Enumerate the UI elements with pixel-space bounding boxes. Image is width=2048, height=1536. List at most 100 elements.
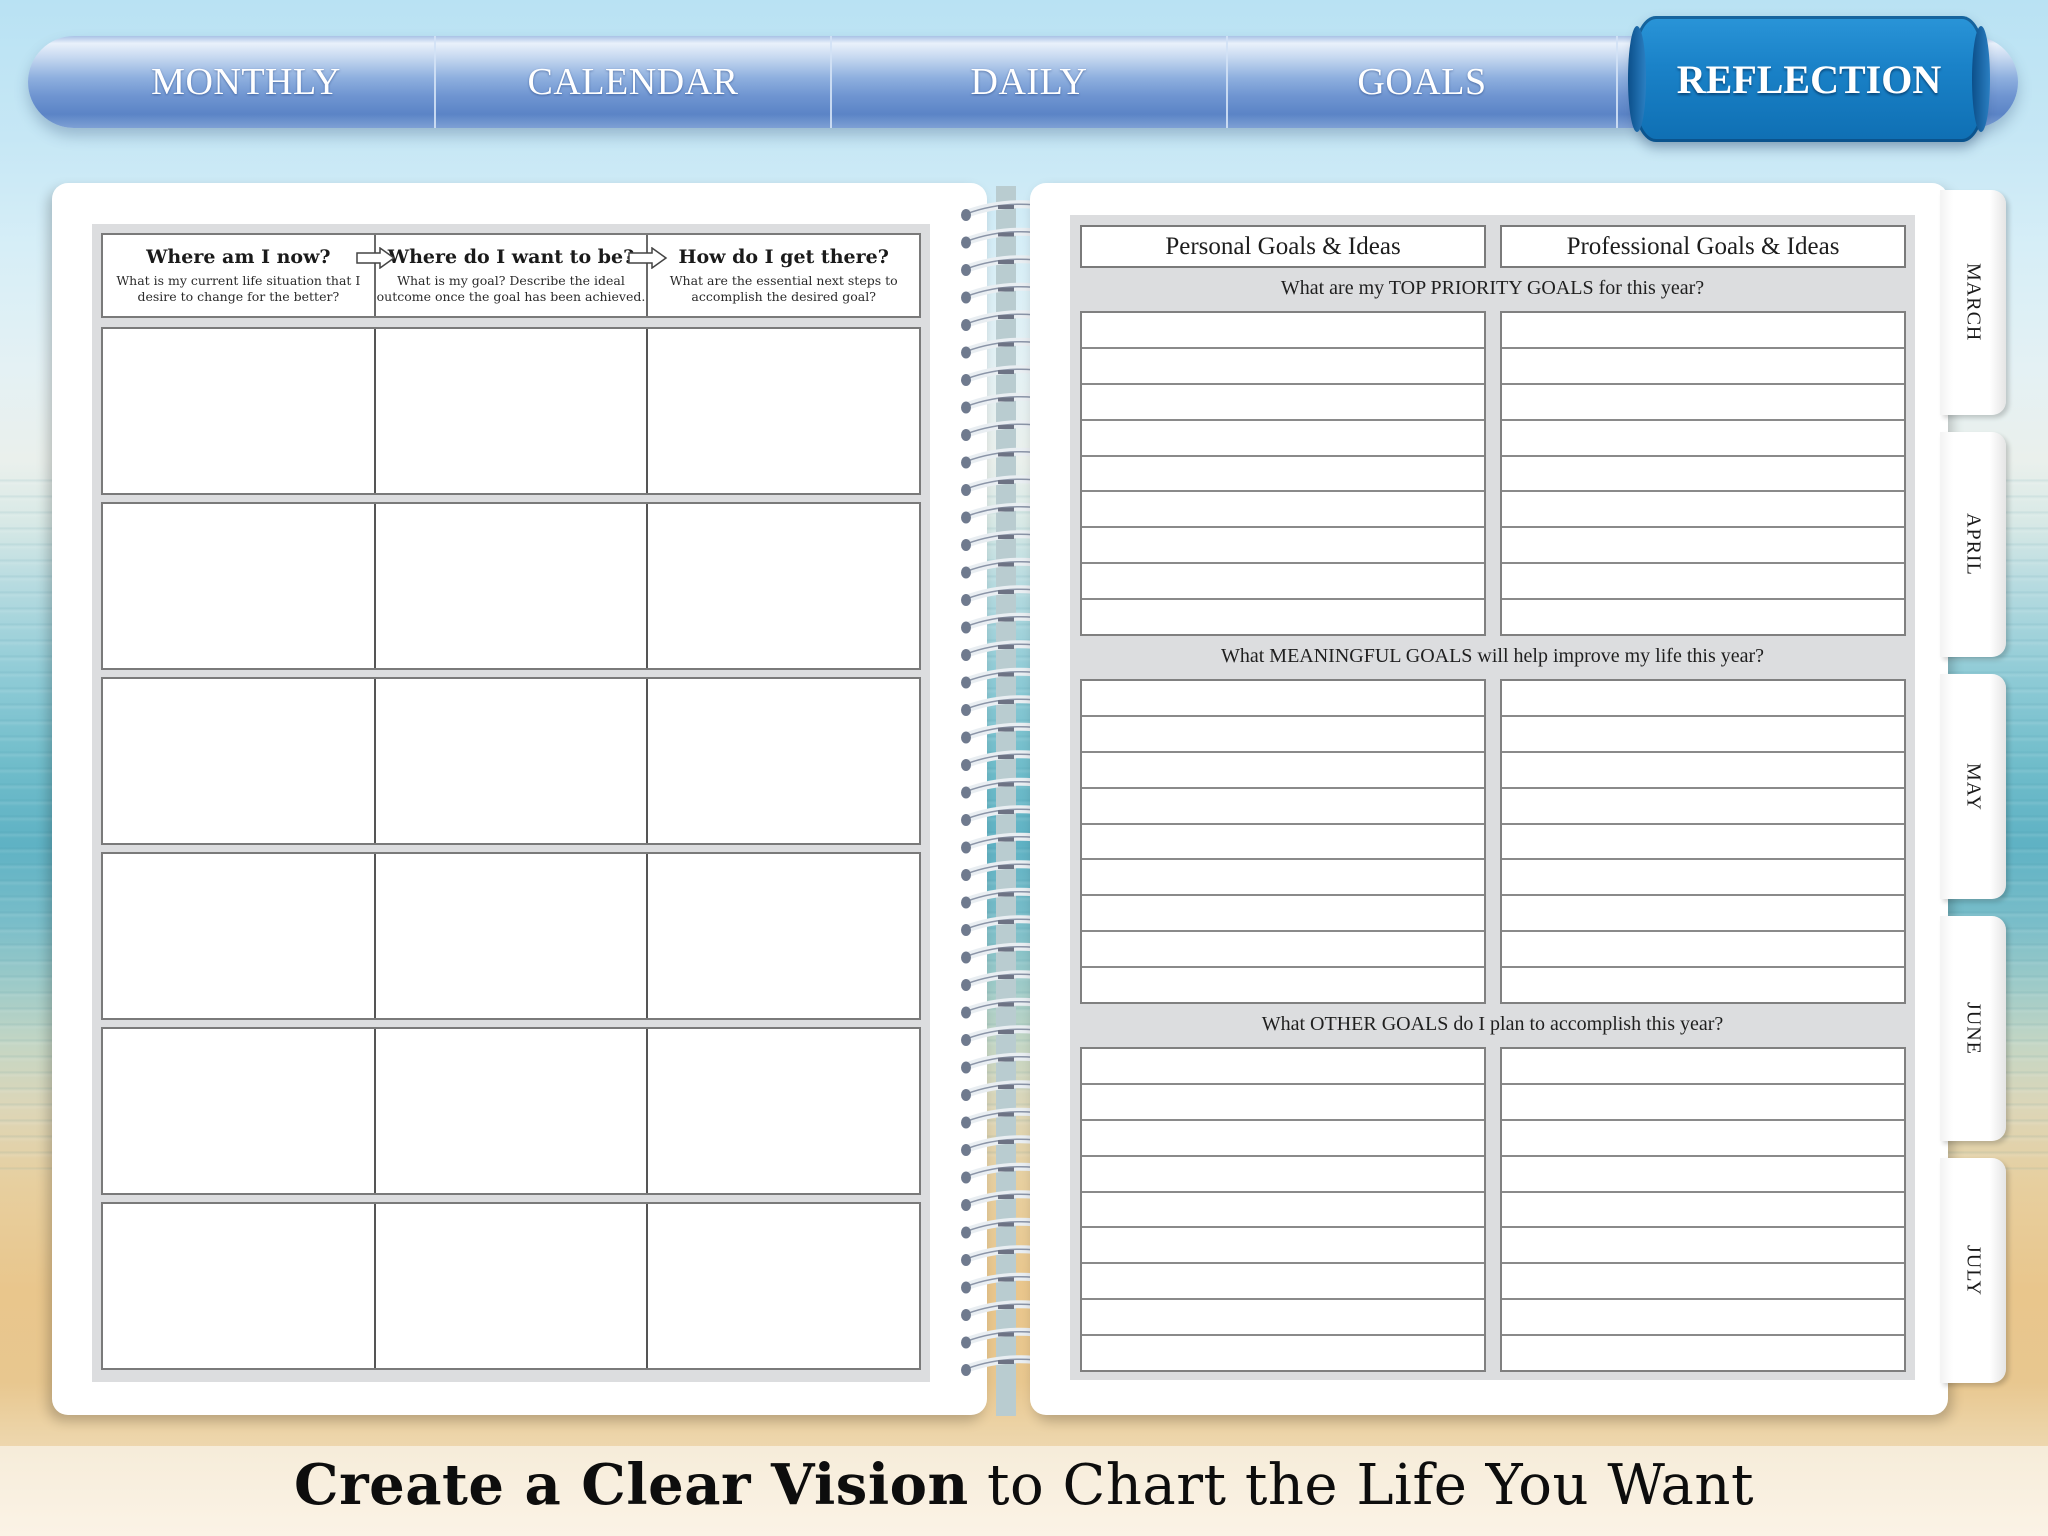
- writing-line[interactable]: [1502, 349, 1904, 385]
- vision-grid-cell[interactable]: [376, 504, 649, 668]
- writing-line[interactable]: [1082, 825, 1484, 861]
- nav-tab-monthly[interactable]: MONTHLY: [28, 36, 436, 128]
- nav-tab-goals[interactable]: GOALS: [1228, 36, 1618, 128]
- writing-line[interactable]: [1082, 1264, 1484, 1301]
- vision-grid: [101, 327, 921, 1370]
- writing-line[interactable]: [1502, 1193, 1904, 1229]
- month-tab-label: JUNE: [1962, 1002, 1985, 1055]
- writing-line[interactable]: [1502, 1228, 1904, 1265]
- writing-line[interactable]: [1082, 1157, 1484, 1193]
- vision-grid-cell[interactable]: [648, 679, 919, 843]
- writing-line[interactable]: [1502, 421, 1904, 457]
- writing-line[interactable]: [1502, 1121, 1904, 1157]
- vision-grid-cell[interactable]: [648, 1204, 919, 1368]
- vision-grid-cell[interactable]: [103, 679, 376, 843]
- vision-grid-cell[interactable]: [103, 1204, 376, 1368]
- writing-line[interactable]: [1082, 681, 1484, 717]
- writing-line[interactable]: [1082, 385, 1484, 421]
- writing-line[interactable]: [1082, 1336, 1484, 1370]
- writing-line[interactable]: [1502, 717, 1904, 753]
- header-title: How do I get there?: [678, 246, 889, 268]
- vision-grid-cell[interactable]: [103, 854, 376, 1018]
- writing-line[interactable]: [1082, 753, 1484, 789]
- vision-grid-cell[interactable]: [648, 329, 919, 493]
- writing-line[interactable]: [1082, 968, 1484, 1002]
- writing-line[interactable]: [1082, 1300, 1484, 1337]
- vision-grid-cell[interactable]: [103, 329, 376, 493]
- vision-grid-cell[interactable]: [376, 679, 649, 843]
- writing-line[interactable]: [1082, 860, 1484, 897]
- vision-grid-cell[interactable]: [103, 1029, 376, 1193]
- vision-grid-cell[interactable]: [648, 1029, 919, 1193]
- vision-grid-cell[interactable]: [376, 329, 649, 493]
- nav-tab-calendar[interactable]: CALENDAR: [436, 36, 832, 128]
- writing-line[interactable]: [1082, 600, 1484, 634]
- vision-grid-cell[interactable]: [648, 504, 919, 668]
- writing-line[interactable]: [1502, 313, 1904, 349]
- vision-grid-cell[interactable]: [376, 1204, 649, 1368]
- vision-grid-cell[interactable]: [648, 854, 919, 1018]
- tagline: Create a Clear Vision to Chart the Life …: [0, 1452, 2048, 1518]
- month-tab-label: JULY: [1962, 1245, 1985, 1296]
- writing-line[interactable]: [1502, 968, 1904, 1002]
- writing-line[interactable]: [1082, 896, 1484, 933]
- writing-line[interactable]: [1502, 825, 1904, 861]
- writing-line[interactable]: [1502, 753, 1904, 789]
- writing-line[interactable]: [1502, 789, 1904, 825]
- writing-line[interactable]: [1082, 564, 1484, 601]
- personal-other-lines: [1080, 1047, 1486, 1372]
- header-where-am-i-now: Where am I now? What is my current life …: [103, 235, 395, 316]
- nav-tab-daily[interactable]: DAILY: [832, 36, 1228, 128]
- writing-line[interactable]: [1082, 1121, 1484, 1157]
- writing-line[interactable]: [1502, 528, 1904, 565]
- writing-line[interactable]: [1082, 349, 1484, 385]
- writing-line[interactable]: [1502, 1085, 1904, 1121]
- arrow-right-icon: [628, 247, 668, 269]
- writing-line[interactable]: [1082, 1085, 1484, 1121]
- writing-line[interactable]: [1502, 1049, 1904, 1085]
- writing-line[interactable]: [1082, 1228, 1484, 1265]
- vision-grid-row: [101, 852, 921, 1020]
- writing-line[interactable]: [1502, 1300, 1904, 1337]
- tagline-regular: to Chart the Life You Want: [968, 1453, 1754, 1518]
- writing-line[interactable]: [1082, 932, 1484, 969]
- writing-line[interactable]: [1502, 932, 1904, 969]
- writing-line[interactable]: [1082, 492, 1484, 529]
- writing-line[interactable]: [1502, 457, 1904, 493]
- header-subtitle: What is my goal? Describe the ideal outc…: [376, 273, 646, 304]
- vision-grid-cell[interactable]: [103, 504, 376, 668]
- month-tab-june[interactable]: JUNE: [1940, 916, 2006, 1141]
- writing-line[interactable]: [1502, 681, 1904, 717]
- writing-line[interactable]: [1082, 457, 1484, 493]
- month-tab-july[interactable]: JULY: [1940, 1158, 2006, 1383]
- writing-line[interactable]: [1502, 860, 1904, 897]
- header-where-do-i-want-to-be: Where do I want to be? What is my goal? …: [376, 235, 668, 316]
- month-tab-march[interactable]: MARCH: [1940, 190, 2006, 415]
- writing-line[interactable]: [1082, 717, 1484, 753]
- month-tab-may[interactable]: MAY: [1940, 674, 2006, 899]
- writing-line[interactable]: [1082, 1193, 1484, 1229]
- writing-line[interactable]: [1502, 1264, 1904, 1301]
- writing-line[interactable]: [1082, 1049, 1484, 1085]
- writing-line[interactable]: [1502, 564, 1904, 601]
- writing-line[interactable]: [1082, 528, 1484, 565]
- section-title-other: What OTHER GOALS do I plan to accomplish…: [1261, 1013, 1724, 1035]
- writing-line[interactable]: [1082, 421, 1484, 457]
- writing-line[interactable]: [1082, 789, 1484, 825]
- writing-line[interactable]: [1502, 385, 1904, 421]
- writing-line[interactable]: [1082, 313, 1484, 349]
- header-subtitle: What are the essential next steps to acc…: [669, 273, 898, 304]
- personal-top-priority-lines: [1080, 311, 1486, 636]
- writing-line[interactable]: [1502, 896, 1904, 933]
- writing-line[interactable]: [1502, 492, 1904, 529]
- section-title-meaningful: What MEANINGFUL GOALS will help improve …: [1220, 645, 1765, 667]
- month-tab-label: MARCH: [1962, 263, 1985, 342]
- vision-grid-cell[interactable]: [376, 1029, 649, 1193]
- nav-tab-reflection-active[interactable]: REFLECTION: [1628, 16, 1990, 142]
- writing-line[interactable]: [1502, 600, 1904, 634]
- column-header-professional: Professional Goals & Ideas: [1500, 225, 1906, 268]
- vision-grid-cell[interactable]: [376, 854, 649, 1018]
- month-tab-april[interactable]: APRIL: [1940, 432, 2006, 657]
- writing-line[interactable]: [1502, 1157, 1904, 1193]
- writing-line[interactable]: [1502, 1336, 1904, 1370]
